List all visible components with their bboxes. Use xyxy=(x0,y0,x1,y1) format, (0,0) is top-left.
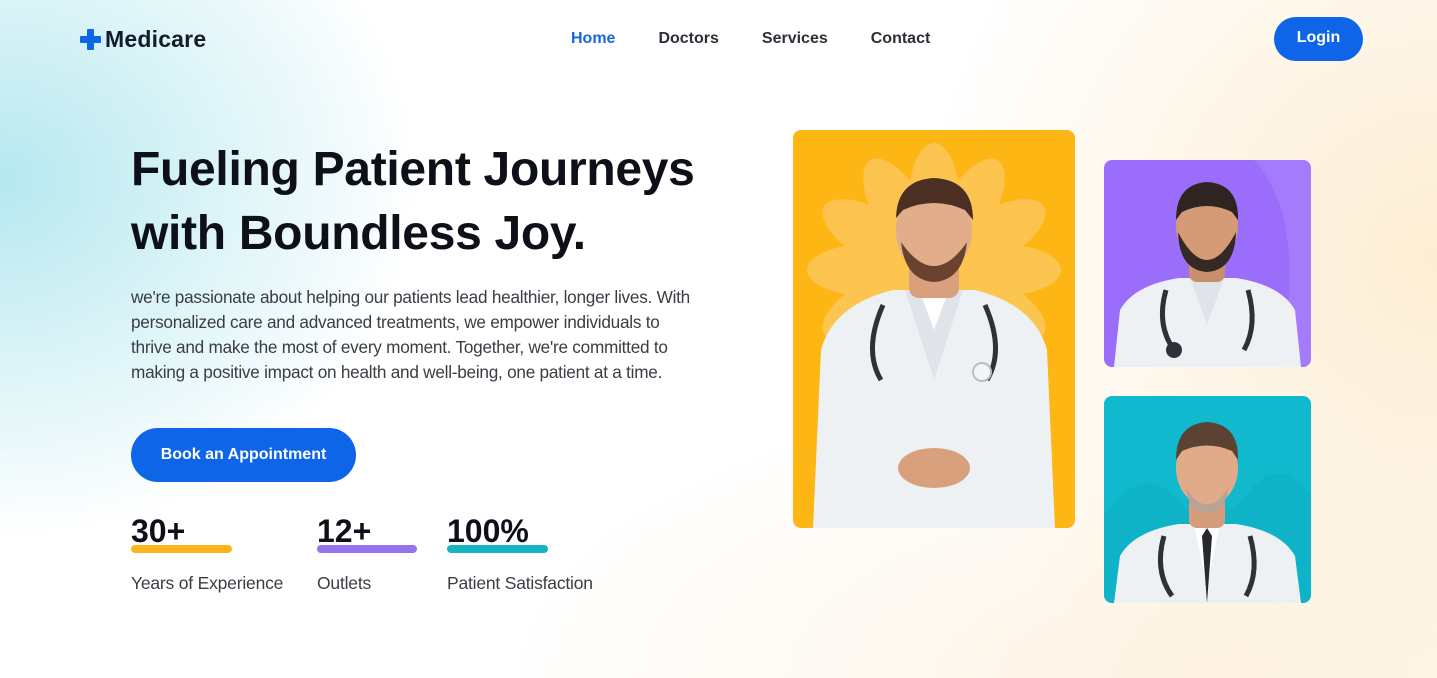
hero-title: Fueling Patient Journeys with Boundless … xyxy=(131,138,751,266)
book-appointment-button[interactable]: Book an Appointment xyxy=(131,428,356,482)
doctor-photo-bottom xyxy=(1104,396,1311,603)
stat-satisfaction: 100% Patient Satisfaction xyxy=(447,513,593,593)
medical-cross-icon xyxy=(80,29,101,50)
doctor-with-stethoscope-icon xyxy=(793,130,1075,528)
nav-contact-link[interactable]: Contact xyxy=(871,30,931,48)
hero-title-line-1: Fueling Patient Journeys xyxy=(131,143,695,196)
stat-label: Years of Experience xyxy=(131,573,284,593)
main-nav: Home Doctors Services Contact xyxy=(571,30,973,48)
login-button[interactable]: Login xyxy=(1274,17,1363,61)
nav-services-link[interactable]: Services xyxy=(762,30,828,48)
nav-home-link[interactable]: Home xyxy=(571,30,615,48)
hero-title-line-2: with Boundless Joy. xyxy=(131,207,586,260)
hero-description: we're passionate about helping our patie… xyxy=(131,287,690,382)
stat-outlets: 12+ Outlets xyxy=(317,513,417,593)
nav-doctors-link[interactable]: Doctors xyxy=(658,30,718,48)
stat-value: 12+ xyxy=(317,513,372,549)
stat-value: 100% xyxy=(447,513,529,549)
brand-name: Medicare xyxy=(105,26,207,52)
doctor-photo-top xyxy=(1104,160,1311,367)
doctor-with-stethoscope-icon xyxy=(1104,396,1311,603)
doctor-photo-main xyxy=(793,130,1075,528)
stat-label: Outlets xyxy=(317,573,372,593)
stat-experience: 30+ Years of Experience xyxy=(131,513,283,593)
stat-label: Patient Satisfaction xyxy=(447,573,593,593)
doctor-with-stethoscope-icon xyxy=(1104,160,1311,367)
stat-value: 30+ xyxy=(131,513,186,549)
brand-logo[interactable]: Medicare xyxy=(80,26,206,53)
